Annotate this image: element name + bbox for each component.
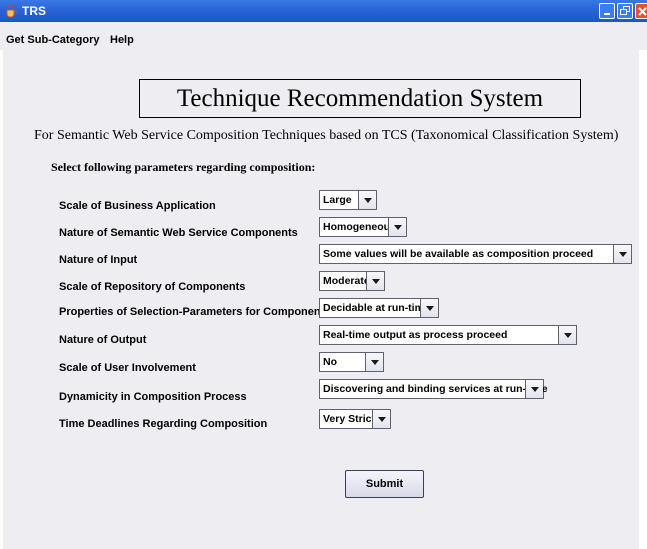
label-scale-of-repository: Scale of Repository of Components [59,281,246,293]
chevron-down-icon[interactable] [388,218,406,236]
submit-button[interactable]: Submit [345,470,424,498]
minimize-icon [604,13,610,15]
menu-help[interactable]: Help [110,34,134,46]
page-title: Technique Recommendation System [176,85,544,112]
title-bar[interactable]: TRS [0,0,647,22]
select-value: Some values will be available as composi… [323,248,594,260]
select-selection-parameters[interactable]: Decidable at run-time [319,298,439,318]
select-scale-of-repository[interactable]: Moderate [319,271,385,291]
select-scale-of-business-application[interactable]: Large [319,190,377,210]
window-title: TRS [22,4,46,18]
chevron-down-icon[interactable] [558,326,576,344]
select-user-involvement[interactable]: No [319,352,384,372]
label-user-involvement: Scale of User Involvement [59,362,196,374]
select-value: Moderate [323,275,370,287]
select-value: Discovering and binding services at run-… [323,383,548,395]
label-dynamicity: Dynamicity in Composition Process [59,391,247,403]
minimize-button[interactable] [599,3,615,19]
select-nature-of-output[interactable]: Real-time output as process proceed [319,325,577,345]
chevron-down-icon[interactable] [420,299,438,317]
restore-button[interactable] [617,3,633,19]
instructions-text: Select following parameters regarding co… [51,160,316,174]
chevron-down-icon[interactable] [613,245,631,263]
label-nature-of-components: Nature of Semantic Web Service Component… [59,227,298,239]
java-cup-icon [6,4,17,18]
app-window: TRS Get Sub-Category Help Technique Reco… [0,0,647,549]
chevron-down-icon[interactable] [372,410,390,428]
label-nature-of-input: Nature of Input [59,254,138,266]
select-value: Homogeneous [323,221,396,233]
title-box: Technique Recommendation System [139,79,581,118]
label-time-deadlines: Time Deadlines Regarding Composition [59,418,268,430]
restore-icon [620,6,630,15]
select-value: No [323,356,337,368]
close-button[interactable] [635,3,647,19]
select-dynamicity[interactable]: Discovering and binding services at run-… [319,379,548,399]
label-scale-of-business-application: Scale of Business Application [59,200,216,212]
chevron-down-icon[interactable] [365,353,383,371]
close-icon [637,7,647,16]
select-time-deadlines[interactable]: Very Strict [319,409,391,429]
select-nature-of-input[interactable]: Some values will be available as composi… [319,244,632,264]
select-nature-of-components[interactable]: Homogeneous [319,217,407,237]
select-value: Real-time output as process proceed [323,329,508,341]
chevron-down-icon[interactable] [358,191,376,209]
label-selection-parameters: Properties of Selection-Parameters for C… [59,306,331,318]
page-subtitle: For Semantic Web Service Composition Tec… [34,128,619,143]
menu-get-sub-category[interactable]: Get Sub-Category [6,34,100,46]
chevron-down-icon[interactable] [366,272,384,290]
label-nature-of-output: Nature of Output [59,334,147,346]
select-value: Decidable at run-time [323,302,430,314]
select-value: Large [323,194,352,206]
chevron-down-icon[interactable] [525,380,543,398]
select-value: Very Strict [323,413,375,425]
